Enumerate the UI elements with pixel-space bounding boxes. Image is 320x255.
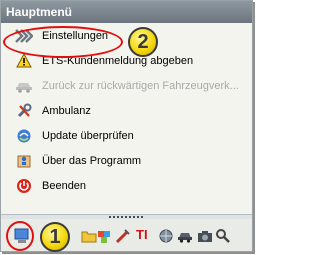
menu-item-ambulanz[interactable]: Ambulanz xyxy=(1,98,252,123)
menu-item-beenden[interactable]: Beenden xyxy=(1,173,252,198)
highlight-ring-einstellungen xyxy=(3,26,123,58)
panel-title: Hauptmenü xyxy=(1,1,252,23)
pen-tool-icon[interactable] xyxy=(115,228,131,244)
car-icon[interactable] xyxy=(177,228,193,244)
menu-item-label: Ambulanz xyxy=(42,104,91,117)
colorful-puzzle-icon[interactable] xyxy=(97,228,113,244)
power-icon xyxy=(14,176,34,196)
tools-icon xyxy=(14,101,34,121)
highlight-ring-toolbar-icon xyxy=(6,221,34,251)
menu-item-update-ueberpruefen[interactable]: Update überprüfen xyxy=(1,123,252,148)
update-icon xyxy=(14,126,34,146)
menu-item-label: Beenden xyxy=(42,179,87,192)
folder-icon[interactable] xyxy=(81,228,97,244)
step-badge-1: 1 xyxy=(40,222,70,252)
splitter-grip-dots xyxy=(109,216,143,218)
car-back-icon xyxy=(14,76,34,96)
search-tools-icon[interactable] xyxy=(215,228,231,244)
menu-item-zurueck-fahrzeugverkauf[interactable]: Zurück zur rückwärtigen Fahrzeugverk... xyxy=(1,73,252,98)
step-badge-2: 2 xyxy=(128,27,158,57)
network-globe-icon[interactable] xyxy=(158,228,174,244)
ti-button[interactable]: TI xyxy=(136,227,154,243)
menu-item-label: Zurück zur rückwärtigen Fahrzeugverk... xyxy=(42,79,239,92)
menu-item-ueber-das-programm[interactable]: Über das Programm xyxy=(1,148,252,173)
bottom-toolbar: TI xyxy=(1,219,252,251)
menu-item-label: Über das Programm xyxy=(42,154,142,167)
info-icon xyxy=(14,151,34,171)
camera-icon[interactable] xyxy=(197,228,213,244)
menu-item-label: Update überprüfen xyxy=(42,129,134,142)
